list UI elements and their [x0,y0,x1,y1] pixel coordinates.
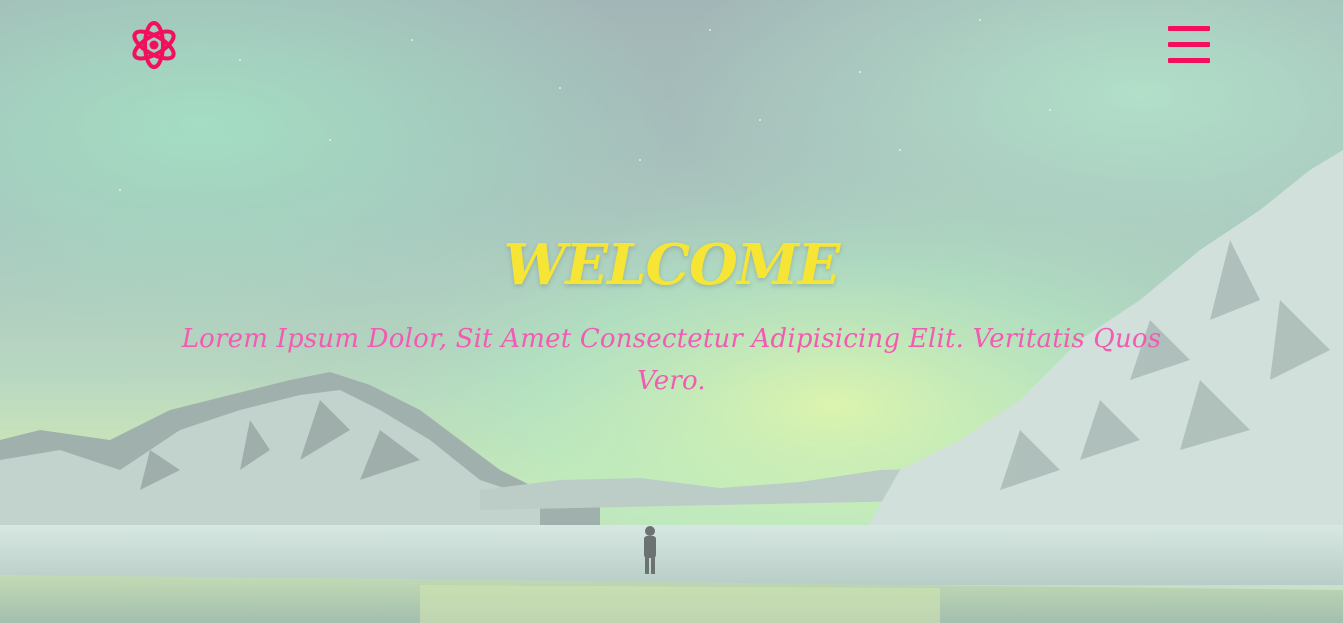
hero-section [0,0,1343,623]
logo[interactable] [130,18,178,72]
atom-icon [132,21,176,69]
hero-overlay [0,0,1343,623]
hero-title: WELCOME [503,232,841,298]
hero-subtitle: Lorem Ipsum Dolor, Sit Amet Consectetur … [181,324,1162,396]
hamburger-menu-icon [1166,24,1212,66]
hamburger-menu-button[interactable] [1166,24,1212,66]
